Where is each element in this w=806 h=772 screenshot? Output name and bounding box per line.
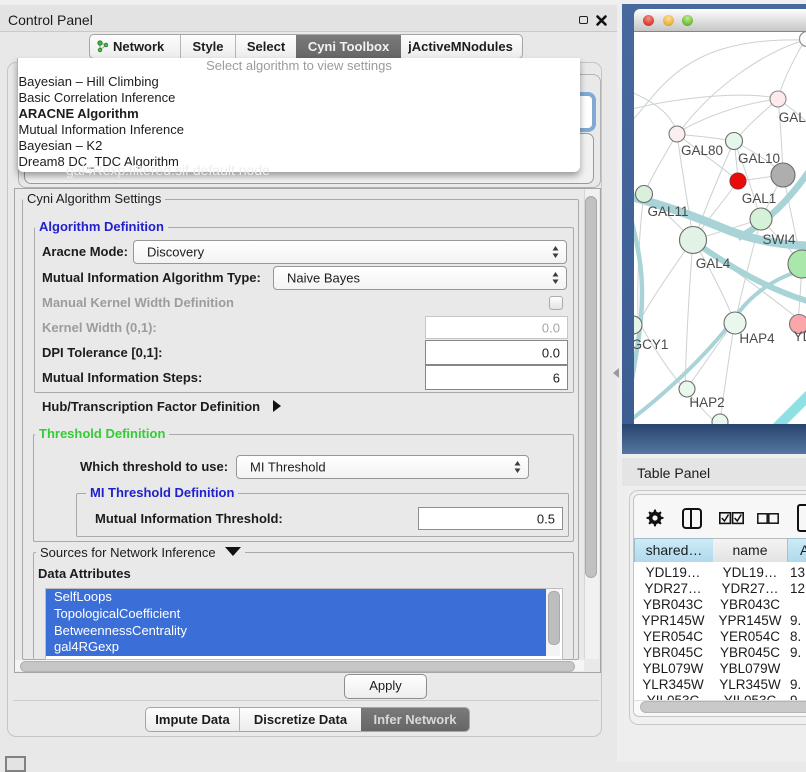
svg-text:GAL7: GAL7 xyxy=(779,110,806,125)
svg-text:GAL80: GAL80 xyxy=(681,143,723,158)
svg-text:GAL4: GAL4 xyxy=(696,256,731,271)
svg-text:YD: YD xyxy=(794,329,806,344)
svg-text:GAL1: GAL1 xyxy=(742,191,777,206)
svg-text:GAL11: GAL11 xyxy=(647,204,688,219)
svg-text:HAP2: HAP2 xyxy=(689,395,724,410)
svg-text:HAP4: HAP4 xyxy=(739,331,775,346)
svg-text:GCY1: GCY1 xyxy=(634,337,668,352)
svg-text:GAL10: GAL10 xyxy=(738,151,780,166)
svg-text:SWI4: SWI4 xyxy=(762,232,795,247)
